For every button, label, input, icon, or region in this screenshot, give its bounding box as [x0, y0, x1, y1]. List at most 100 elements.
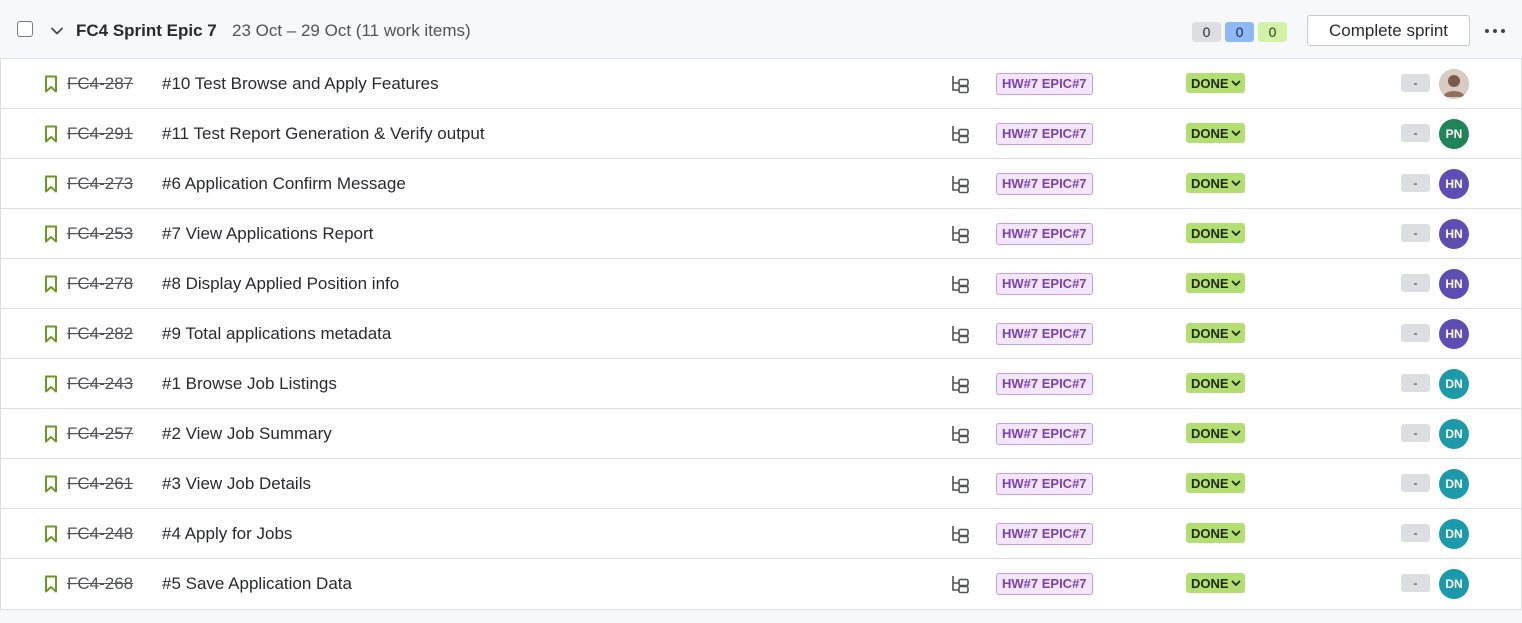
table-row[interactable]: FC4-282 #9 Total applications metadata HW#… — [1, 309, 1521, 359]
work-item-summary[interactable]: #4 Apply for Jobs — [162, 524, 292, 544]
done-count-badge: 0 — [1258, 22, 1287, 42]
work-item-key[interactable]: FC4-273 — [67, 174, 133, 194]
story-points-estimate[interactable]: - — [1401, 424, 1430, 442]
story-points-estimate[interactable]: - — [1401, 74, 1430, 92]
table-row[interactable]: FC4-287 #10 Test Browse and Apply Feature… — [1, 59, 1521, 109]
status-dropdown[interactable]: DONE — [1186, 473, 1245, 493]
table-row[interactable]: FC4-291 #11 Test Report Generation & Veri… — [1, 109, 1521, 159]
table-row[interactable]: FC4-273 #6 Application Confirm Message HW#… — [1, 159, 1521, 209]
table-row[interactable]: FC4-248 #4 Apply for Jobs HW#7 EPIC#7 DONE -… — [1, 509, 1521, 559]
assignee-avatar[interactable]: DN — [1439, 469, 1469, 499]
epic-lozenge[interactable]: HW#7 EPIC#7 — [996, 223, 1093, 245]
assignee-avatar[interactable]: HN — [1439, 219, 1469, 249]
work-item-summary[interactable]: #10 Test Browse and Apply Features — [162, 74, 439, 94]
work-item-key[interactable]: FC4-257 — [67, 424, 133, 444]
assignee-avatar[interactable]: DN — [1439, 419, 1469, 449]
status-dropdown[interactable]: DONE — [1186, 523, 1245, 543]
work-item-key[interactable]: FC4-243 — [67, 374, 133, 394]
table-row[interactable]: FC4-257 #2 View Job Summary HW#7 EPIC#7 DON… — [1, 409, 1521, 459]
child-items-icon[interactable] — [950, 174, 970, 194]
status-dropdown[interactable]: DONE — [1186, 73, 1245, 93]
work-item-key[interactable]: FC4-291 — [67, 124, 133, 144]
child-items-icon[interactable] — [950, 324, 970, 344]
assignee-avatar[interactable]: DN — [1439, 519, 1469, 549]
status-label: DONE — [1191, 175, 1229, 191]
table-row[interactable]: FC4-243 #1 Browse Job Listings HW#7 EPIC#7… — [1, 359, 1521, 409]
status-dropdown[interactable]: DONE — [1186, 273, 1245, 293]
work-item-summary[interactable]: #9 Total applications metadata — [162, 324, 391, 344]
child-items-icon[interactable] — [950, 224, 970, 244]
table-row[interactable]: FC4-253 #7 View Applications Report HW#7 E… — [1, 209, 1521, 259]
assignee-avatar[interactable]: DN — [1439, 569, 1469, 599]
epic-lozenge[interactable]: HW#7 EPIC#7 — [996, 323, 1093, 345]
story-points-estimate[interactable]: - — [1401, 274, 1430, 292]
assignee-avatar[interactable]: HN — [1439, 169, 1469, 199]
more-actions-button[interactable] — [1480, 17, 1510, 45]
child-items-icon[interactable] — [950, 474, 970, 494]
child-items-icon[interactable] — [950, 274, 970, 294]
work-item-summary[interactable]: #3 View Job Details — [162, 474, 311, 494]
work-item-summary[interactable]: #11 Test Report Generation & Verify outp… — [162, 124, 485, 144]
status-dropdown[interactable]: DONE — [1186, 573, 1245, 593]
story-points-estimate[interactable]: - — [1401, 374, 1430, 392]
child-items-icon[interactable] — [950, 374, 970, 394]
epic-lozenge[interactable]: HW#7 EPIC#7 — [996, 423, 1093, 445]
work-item-key[interactable]: FC4-282 — [67, 324, 133, 344]
story-points-estimate[interactable]: - — [1401, 224, 1430, 242]
complete-sprint-button[interactable]: Complete sprint — [1307, 15, 1470, 46]
work-item-summary[interactable]: #1 Browse Job Listings — [162, 374, 337, 394]
child-items-icon[interactable] — [950, 424, 970, 444]
sprint-select-checkbox[interactable] — [17, 21, 33, 37]
child-items-icon[interactable] — [950, 74, 970, 94]
child-items-icon[interactable] — [950, 124, 970, 144]
status-label: DONE — [1191, 225, 1229, 241]
work-item-summary[interactable]: #6 Application Confirm Message — [162, 174, 406, 194]
epic-lozenge[interactable]: HW#7 EPIC#7 — [996, 123, 1093, 145]
work-item-summary[interactable]: #8 Display Applied Position info — [162, 274, 399, 294]
story-points-estimate[interactable]: - — [1401, 324, 1430, 342]
status-dropdown[interactable]: DONE — [1186, 373, 1245, 393]
epic-lozenge[interactable]: HW#7 EPIC#7 — [996, 173, 1093, 195]
story-points-estimate[interactable]: - — [1401, 174, 1430, 192]
child-items-icon[interactable] — [950, 574, 970, 594]
epic-lozenge[interactable]: HW#7 EPIC#7 — [996, 273, 1093, 295]
work-item-key[interactable]: FC4-261 — [67, 474, 133, 494]
table-row[interactable]: FC4-278 #8 Display Applied Position info H… — [1, 259, 1521, 309]
assignee-avatar[interactable] — [1439, 69, 1469, 99]
epic-lozenge[interactable]: HW#7 EPIC#7 — [996, 73, 1093, 95]
work-item-key[interactable]: FC4-253 — [67, 224, 133, 244]
epic-lozenge[interactable]: HW#7 EPIC#7 — [996, 473, 1093, 495]
status-dropdown[interactable]: DONE — [1186, 173, 1245, 193]
work-item-summary[interactable]: #5 Save Application Data — [162, 574, 352, 594]
epic-lozenge[interactable]: HW#7 EPIC#7 — [996, 523, 1093, 545]
assignee-avatar[interactable]: HN — [1439, 319, 1469, 349]
story-points-estimate[interactable]: - — [1401, 574, 1430, 592]
avatar-initials: DN — [1445, 377, 1463, 391]
epic-lozenge[interactable]: HW#7 EPIC#7 — [996, 373, 1093, 395]
work-item-summary[interactable]: #2 View Job Summary — [162, 424, 332, 444]
table-row[interactable]: FC4-261 #3 View Job Details HW#7 EPIC#7 DON… — [1, 459, 1521, 509]
child-items-icon[interactable] — [950, 524, 970, 544]
chevron-down-icon — [1231, 280, 1240, 286]
story-bookmark-icon — [45, 275, 57, 293]
table-row[interactable]: FC4-268 #5 Save Application Data HW#7 EPIC… — [1, 559, 1521, 608]
assignee-avatar[interactable]: PN — [1439, 119, 1469, 149]
avatar-initials: DN — [1445, 477, 1463, 491]
status-dropdown[interactable]: DONE — [1186, 223, 1245, 243]
status-dropdown[interactable]: DONE — [1186, 123, 1245, 143]
work-item-key[interactable]: FC4-278 — [67, 274, 133, 294]
chevron-down-icon — [1231, 230, 1240, 236]
work-item-key[interactable]: FC4-268 — [67, 574, 133, 594]
epic-lozenge[interactable]: HW#7 EPIC#7 — [996, 573, 1093, 595]
story-points-estimate[interactable]: - — [1401, 524, 1430, 542]
work-item-summary[interactable]: #7 View Applications Report — [162, 224, 373, 244]
assignee-avatar[interactable]: HN — [1439, 269, 1469, 299]
story-points-estimate[interactable]: - — [1401, 474, 1430, 492]
chevron-down-icon[interactable] — [47, 21, 67, 41]
status-dropdown[interactable]: DONE — [1186, 423, 1245, 443]
status-dropdown[interactable]: DONE — [1186, 323, 1245, 343]
work-item-key[interactable]: FC4-248 — [67, 524, 133, 544]
story-points-estimate[interactable]: - — [1401, 124, 1430, 142]
assignee-avatar[interactable]: DN — [1439, 369, 1469, 399]
work-item-key[interactable]: FC4-287 — [67, 74, 133, 94]
